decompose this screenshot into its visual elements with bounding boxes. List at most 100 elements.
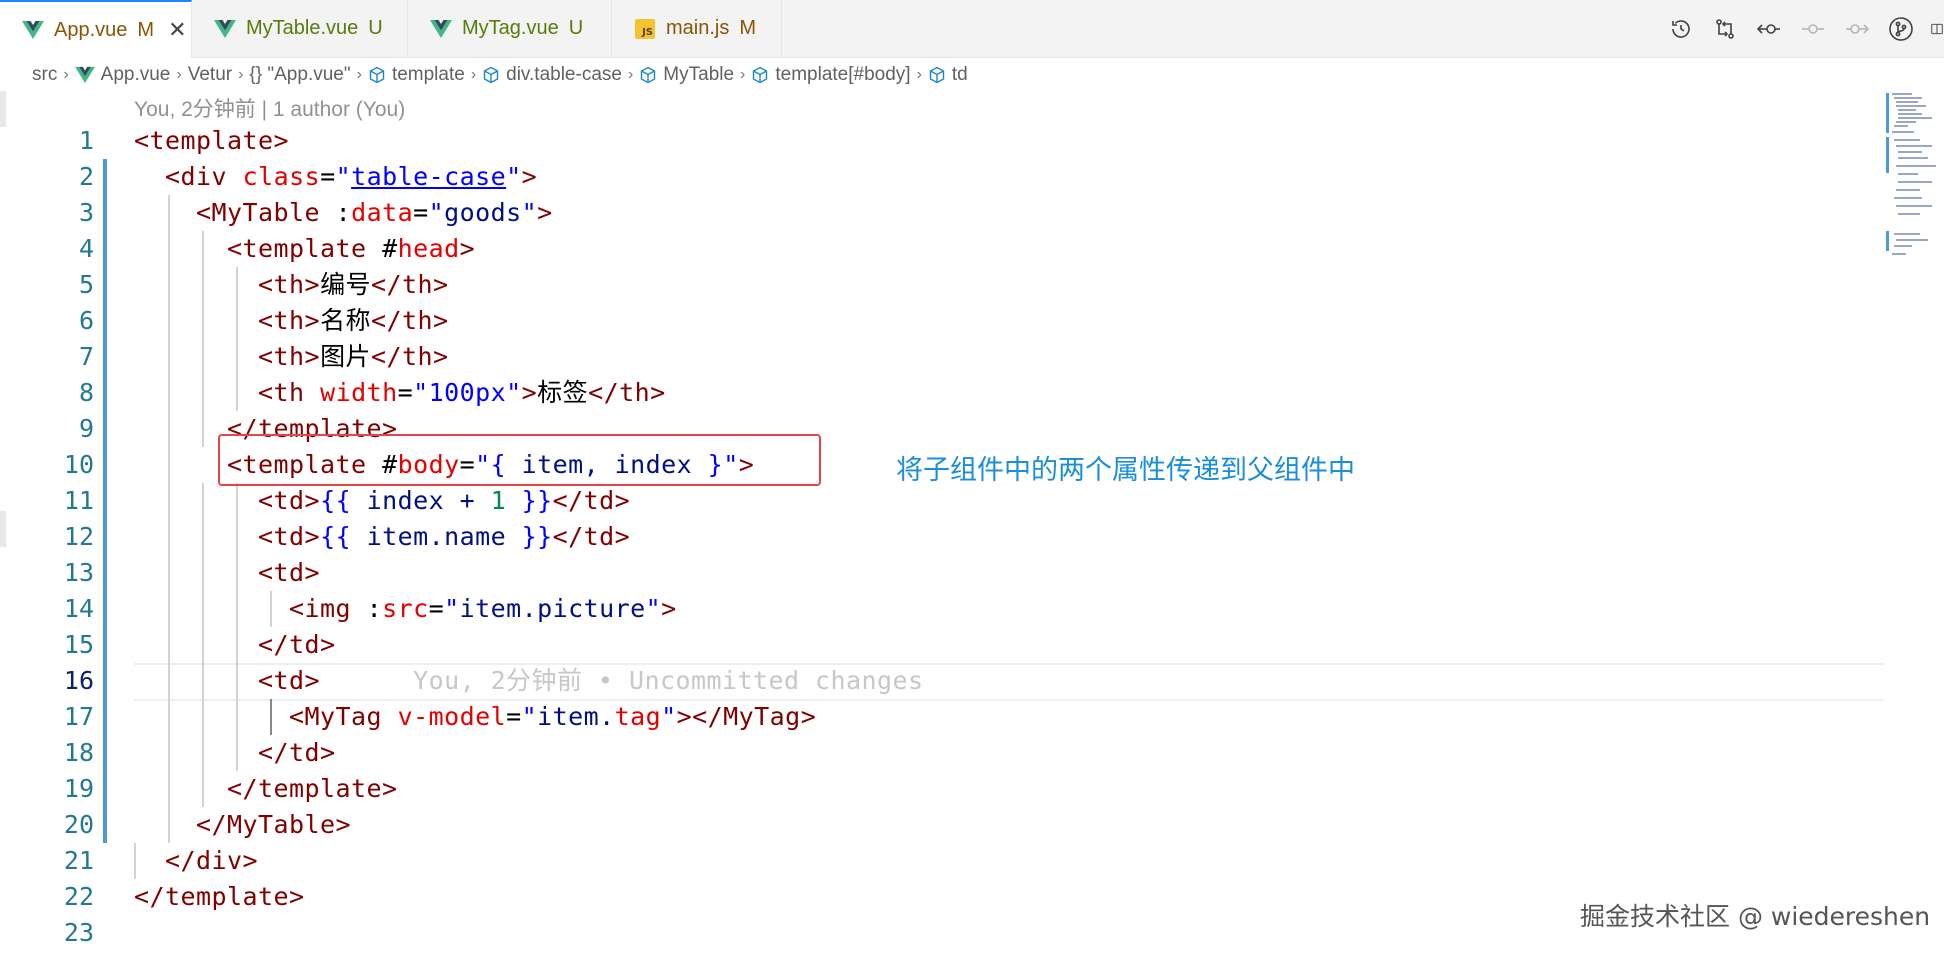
line-number: 14	[63, 594, 94, 623]
git-modified-indicator[interactable]	[103, 591, 107, 627]
previous-change-icon[interactable]	[1754, 14, 1784, 44]
code-line: 13 <td>	[0, 555, 1880, 591]
chevron-right-icon: ›	[238, 66, 244, 83]
git-modified-indicator[interactable]	[103, 375, 107, 411]
code-line: 6 <th>名称</th>	[0, 303, 1880, 339]
git-modified-indicator[interactable]	[103, 195, 107, 231]
source-control-icon[interactable]	[1886, 14, 1916, 44]
blame-codelens[interactable]: You, 2分钟前 | 1 author (You)	[134, 91, 405, 125]
git-modified-indicator[interactable]	[103, 807, 107, 843]
breadcrumb-item-file[interactable]: App.vue	[74, 64, 170, 86]
chevron-right-icon: ›	[356, 66, 362, 83]
line-number: 20	[63, 810, 94, 839]
editor-tab-bar: App.vue M ✕ MyTable.vue U MyTag.vue U JS…	[0, 0, 1944, 58]
code-line: 11 <td>{{ index + 1 }}</td>	[0, 483, 1880, 519]
breadcrumb-item-template[interactable]: template	[368, 64, 465, 86]
code-text: <template>	[134, 126, 290, 155]
line-number: 7	[78, 342, 94, 371]
breadcrumb-item-mytable[interactable]: MyTable	[639, 64, 734, 86]
line-number: 16	[63, 666, 94, 695]
code-text: <td>{{ index + 1 }}</td>	[258, 486, 631, 515]
tab-label: main.js	[666, 17, 730, 39]
code-line: 12 <td>{{ item.name }}</td>	[0, 519, 1880, 555]
git-modified-indicator[interactable]	[103, 555, 107, 591]
git-modified-indicator[interactable]	[103, 339, 107, 375]
code-text: </template>	[227, 774, 398, 803]
line-number: 8	[78, 378, 94, 407]
code-line: 1 <template>	[0, 123, 1880, 159]
git-modified-indicator[interactable]	[103, 447, 107, 483]
git-modified-indicator[interactable]	[103, 159, 107, 195]
git-modified-indicator[interactable]	[103, 231, 107, 267]
code-text: <template #head>	[227, 234, 476, 263]
vue-icon	[430, 18, 452, 40]
code-line: 3 <MyTable :data="goods">	[0, 195, 1880, 231]
split-editor-icon[interactable]	[1930, 14, 1944, 44]
tab-label: MyTag.vue	[462, 17, 559, 39]
tab-mytable-vue[interactable]: MyTable.vue U	[192, 0, 408, 57]
line-number: 5	[78, 270, 94, 299]
breadcrumb-item-module[interactable]: {} "App.vue"	[249, 64, 350, 86]
close-icon[interactable]: ✕	[168, 19, 186, 41]
git-modified-indicator[interactable]	[103, 627, 107, 663]
line-number: 13	[63, 558, 94, 587]
symbol-cube-icon	[482, 66, 500, 84]
line-number: 6	[78, 306, 94, 335]
git-modified-indicator[interactable]	[103, 663, 107, 699]
timeline-icon[interactable]	[1666, 14, 1696, 44]
code-line: 21 </div>	[0, 843, 1880, 879]
code-text: <th>图片</th>	[258, 342, 449, 371]
git-modified-indicator[interactable]	[103, 303, 107, 339]
breadcrumb-item-template-body[interactable]: template[#body]	[751, 64, 911, 86]
code-line: 14 <img :src="item.picture">	[0, 591, 1880, 627]
js-icon: JS	[634, 18, 656, 40]
breadcrumb-item-div[interactable]: div.table-case	[482, 64, 622, 86]
next-change-icon[interactable]	[1842, 14, 1872, 44]
code-line-current: 16 <td> You, 2分钟前 • Uncommitted changes	[0, 663, 1884, 701]
git-modified-indicator[interactable]	[103, 699, 107, 735]
line-number: 4	[78, 234, 94, 263]
symbol-cube-icon	[639, 66, 657, 84]
breadcrumb-item-vetur[interactable]: Vetur	[188, 64, 232, 86]
chevron-right-icon: ›	[63, 66, 69, 83]
code-text: <td>{{ item.name }}</td>	[258, 522, 631, 551]
annotation-highlight-box	[218, 434, 821, 486]
line-number: 15	[63, 630, 94, 659]
git-modified-indicator[interactable]	[103, 267, 107, 303]
minimap[interactable]	[1884, 91, 1944, 321]
git-modified-indicator[interactable]	[103, 735, 107, 771]
git-modified-indicator[interactable]	[103, 519, 107, 555]
git-modified-indicator[interactable]	[103, 411, 107, 447]
compare-changes-icon[interactable]	[1710, 14, 1740, 44]
code-line: 7 <th>图片</th>	[0, 339, 1880, 375]
code-text: <td>	[258, 558, 321, 587]
code-line: 15 </td>	[0, 627, 1880, 663]
line-number: 2	[78, 162, 94, 191]
code-text: <th>编号</th>	[258, 270, 449, 299]
tab-status-badge: M	[739, 17, 757, 39]
breadcrumb-item-td[interactable]: td	[928, 64, 968, 86]
git-modified-indicator[interactable]	[103, 771, 107, 807]
annotation-text: 将子组件中的两个属性传递到父组件中	[896, 455, 1355, 486]
editor-actions	[1666, 14, 1944, 44]
tab-main-js[interactable]: JS main.js M	[612, 0, 782, 57]
tab-label: MyTable.vue	[246, 17, 359, 39]
chevron-right-icon: ›	[470, 66, 477, 83]
line-number: 11	[63, 486, 94, 515]
git-modified-indicator[interactable]	[103, 483, 107, 519]
code-text: </div>	[165, 846, 259, 875]
watermark: 掘金技术社区 @ wiedereshen	[1580, 902, 1931, 931]
tab-app-vue[interactable]: App.vue M ✕	[0, 0, 192, 58]
current-change-icon[interactable]	[1798, 14, 1828, 44]
code-text: </td>	[258, 738, 336, 767]
tab-status-badge: U	[368, 17, 383, 39]
tab-status-badge: M	[137, 18, 155, 41]
code-editor[interactable]: You, 2分钟前 | 1 author (You) 1 <template> …	[0, 91, 1944, 954]
line-number: 10	[63, 450, 94, 479]
breadcrumb-item-src[interactable]: src	[32, 64, 57, 86]
line-number: 17	[63, 702, 94, 731]
chevron-right-icon: ›	[176, 66, 182, 83]
line-number: 1	[78, 126, 94, 155]
tab-mytag-vue[interactable]: MyTag.vue U	[408, 0, 612, 57]
gutter-edge	[0, 91, 6, 127]
